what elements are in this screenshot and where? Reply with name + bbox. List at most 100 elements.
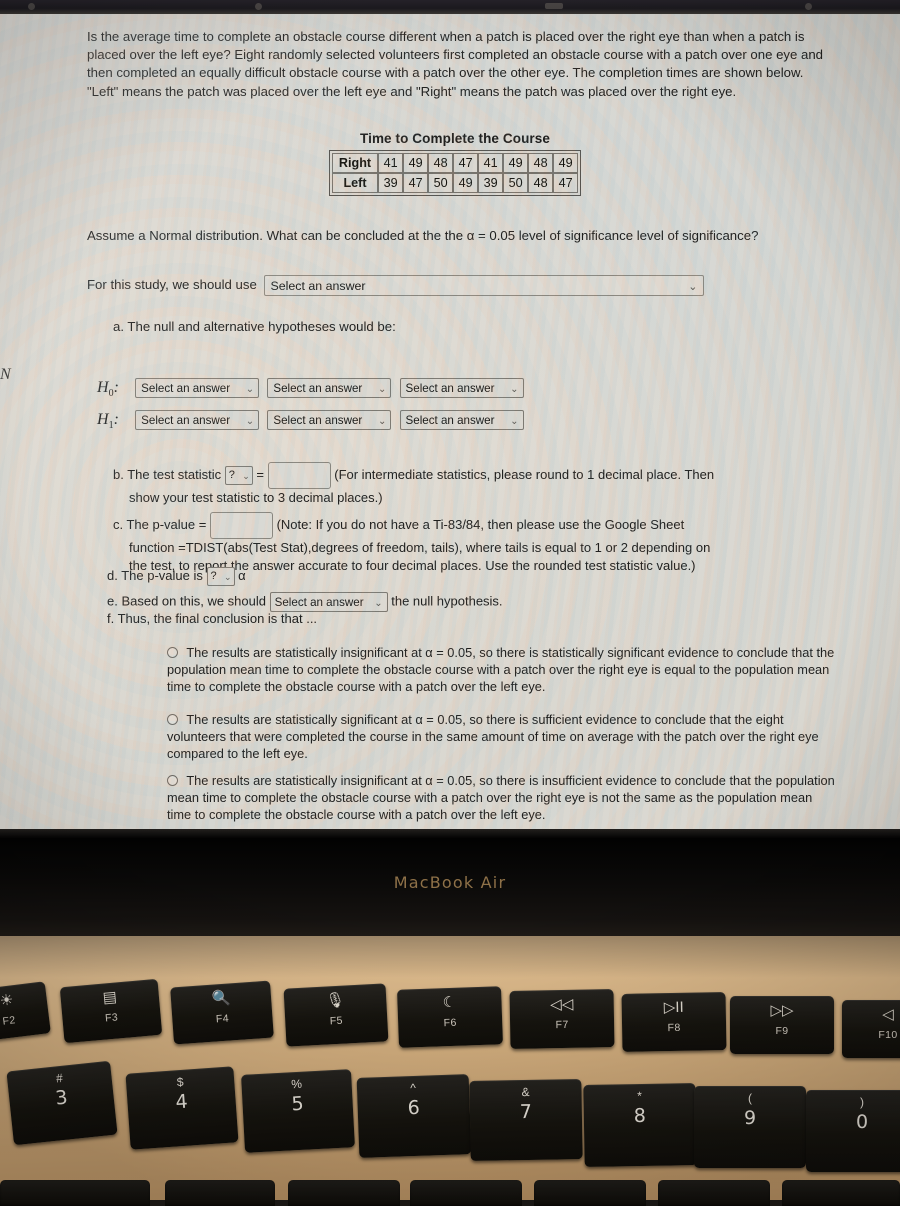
study-prompt: For this study, we should use — [87, 276, 257, 292]
function-key-f3[interactable]: ▤ F3 — [59, 978, 163, 1044]
chevron-down-icon: ⌄ — [510, 416, 519, 427]
keyboard-key-partial[interactable] — [658, 1180, 770, 1206]
conclusion-option-3-text: The results are statistically insignific… — [167, 773, 835, 822]
number-key-4[interactable]: $4 — [125, 1066, 239, 1150]
number-key-8[interactable]: * 8 — [583, 1083, 697, 1167]
question-paragraph: Is the average time to complete an obsta… — [87, 29, 823, 99]
null-select-3[interactable]: Select an answer ⌄ — [399, 378, 524, 398]
table-cell: 50 — [428, 173, 454, 193]
assume-paragraph: Assume a Normal distribution. What can b… — [87, 228, 759, 243]
decision-select[interactable]: Select an answer ⌄ — [269, 592, 388, 612]
function-key-label: F8 — [667, 1021, 681, 1035]
null-select-2-value: Select an answer — [273, 382, 363, 395]
key-upper-symbol: * — [637, 1088, 642, 1104]
alt-select-1[interactable]: Select an answer ⌄ — [135, 410, 260, 430]
radio-button-icon[interactable] — [167, 775, 178, 786]
item-b-note2: show your test statistic to 3 decimal pl… — [129, 490, 383, 505]
browser-chrome-strip — [0, 0, 900, 14]
chevron-down-icon: ⌄ — [510, 384, 519, 395]
key-number: 7 — [519, 1100, 533, 1124]
function-key-f8[interactable]: ▷ΙΙ F8 — [621, 992, 727, 1052]
table-row-label: Right — [331, 153, 379, 173]
number-key-0[interactable]: ) 0 — [806, 1090, 900, 1172]
item-c: c. The p-value = (Note: If you do not ha… — [113, 512, 833, 574]
test-statistic-input[interactable] — [267, 462, 331, 489]
chrome-dot — [28, 3, 35, 10]
null-select-1[interactable]: Select an answer ⌄ — [135, 378, 260, 398]
table-cell: 48 — [528, 153, 554, 173]
conclusion-option-2[interactable]: The results are statistically significan… — [167, 711, 835, 762]
item-e-suffix: the null hypothesis. — [391, 593, 503, 609]
function-key-f4[interactable]: 🔍 F4 — [170, 980, 274, 1045]
function-key-f2[interactable]: ☀ F2 — [0, 981, 51, 1043]
number-key-7[interactable]: & 7 — [469, 1079, 583, 1161]
table-cell: 48 — [428, 153, 454, 173]
keyboard-key-partial[interactable] — [0, 1180, 150, 1206]
alt-select-2[interactable]: Select an answer ⌄ — [267, 410, 392, 430]
table-cell: 49 — [453, 173, 479, 193]
null-select-2[interactable]: Select an answer ⌄ — [267, 378, 392, 398]
item-c-prefix: c. The p-value = — [113, 516, 207, 532]
function-key-label: F5 — [329, 1014, 344, 1028]
function-key-label: F2 — [1, 1014, 17, 1028]
hypothesis-null-label: H0: — [97, 378, 119, 400]
data-table-container: Time to Complete the Course Right 41 49 48 4… — [305, 131, 605, 196]
hypothesis-null-row: H0: Select an answer ⌄ Select an answer ⌄ … — [97, 378, 528, 399]
number-key-9[interactable]: (9 — [694, 1086, 806, 1168]
function-key-f5[interactable]: 🎙 F5 — [283, 983, 389, 1047]
function-key-label: F3 — [104, 1011, 119, 1025]
key-number: 0 — [855, 1111, 869, 1133]
times-table: Right 41 49 48 47 41 49 48 49 Left 39 47 50 49 39 50 48 4… — [328, 150, 582, 196]
null-select-3-value: Select an answer — [405, 382, 495, 395]
item-b-note: (For intermediate statistics, please rou… — [334, 466, 715, 482]
alt-select-3[interactable]: Select an answer ⌄ — [399, 410, 524, 430]
search-icon: 🔍 — [211, 989, 231, 1008]
null-colon: : — [113, 378, 119, 396]
item-d-prefix: d. The p-value is — [107, 568, 203, 583]
key-number: 9 — [743, 1107, 757, 1129]
number-key-5[interactable]: % 5 — [241, 1069, 355, 1153]
chevron-down-icon: ⌄ — [245, 416, 255, 427]
null-select-1-value: Select an answer — [141, 382, 231, 395]
key-number: 6 — [407, 1096, 421, 1120]
laptop-bezel: MacBook Air — [0, 829, 900, 945]
photo-of-laptop-screen: Is the average time to complete an obsta… — [0, 0, 900, 1206]
conclusion-option-2-text: The results are statistically significan… — [167, 712, 819, 761]
test-statistic-type-select[interactable]: ? ⌄ — [224, 466, 253, 485]
item-c-note: (Note: If you do not have a Ti-83/84, th… — [276, 516, 685, 532]
keyboard-key-partial[interactable] — [534, 1180, 646, 1206]
number-key-6[interactable]: ^ 6 — [356, 1074, 472, 1158]
function-key-f7[interactable]: ◁◁ F7 — [509, 989, 615, 1049]
radio-button-icon[interactable] — [167, 647, 178, 658]
item-f-label: f. Thus, the final conclusion is that ..… — [107, 611, 318, 626]
conclusion-option-3[interactable]: The results are statistically insignific… — [167, 772, 835, 823]
function-key-f6[interactable]: ☾ F6 — [397, 986, 503, 1048]
table-cell: 39 — [478, 173, 504, 193]
keyboard-key-partial[interactable] — [288, 1180, 400, 1206]
laptop-screen: Is the average time to complete an obsta… — [0, 14, 900, 829]
key-number: 4 — [174, 1090, 189, 1114]
item-c-note2: function =TDIST(abs(Test Stat),degrees o… — [129, 540, 711, 555]
chevron-down-icon: ⌄ — [377, 384, 387, 395]
table-cell: 48 — [528, 173, 554, 193]
keyboard-key-partial[interactable] — [410, 1180, 522, 1206]
key-upper-symbol: ) — [860, 1095, 864, 1109]
p-value-comparison-select[interactable]: ? ⌄ — [206, 567, 235, 587]
function-key-label: F9 — [775, 1025, 789, 1037]
number-key-3[interactable]: #3 — [6, 1060, 118, 1146]
alt-colon: : — [113, 410, 119, 428]
item-e-prefix: e. Based on this, we should — [107, 593, 266, 609]
radio-button-icon[interactable] — [167, 714, 178, 725]
decision-select-value: Select an answer — [274, 596, 364, 609]
conclusion-option-1[interactable]: The results are statistically insignific… — [167, 644, 835, 695]
table-cell: 47 — [453, 153, 479, 173]
study-select[interactable]: Select an answer ⌄ — [264, 275, 705, 296]
conclusion-option-1-text: The results are statistically insignific… — [167, 645, 835, 694]
function-key-f9[interactable]: ▷▷ F9 — [730, 996, 834, 1054]
p-value-input[interactable] — [209, 512, 273, 539]
function-key-f10[interactable]: ◁ F10 — [842, 1000, 900, 1058]
keyboard-key-partial[interactable] — [165, 1180, 275, 1206]
table-cell: 47 — [403, 173, 429, 193]
keyboard-key-partial[interactable] — [782, 1180, 900, 1206]
function-key-label: F6 — [443, 1016, 457, 1030]
